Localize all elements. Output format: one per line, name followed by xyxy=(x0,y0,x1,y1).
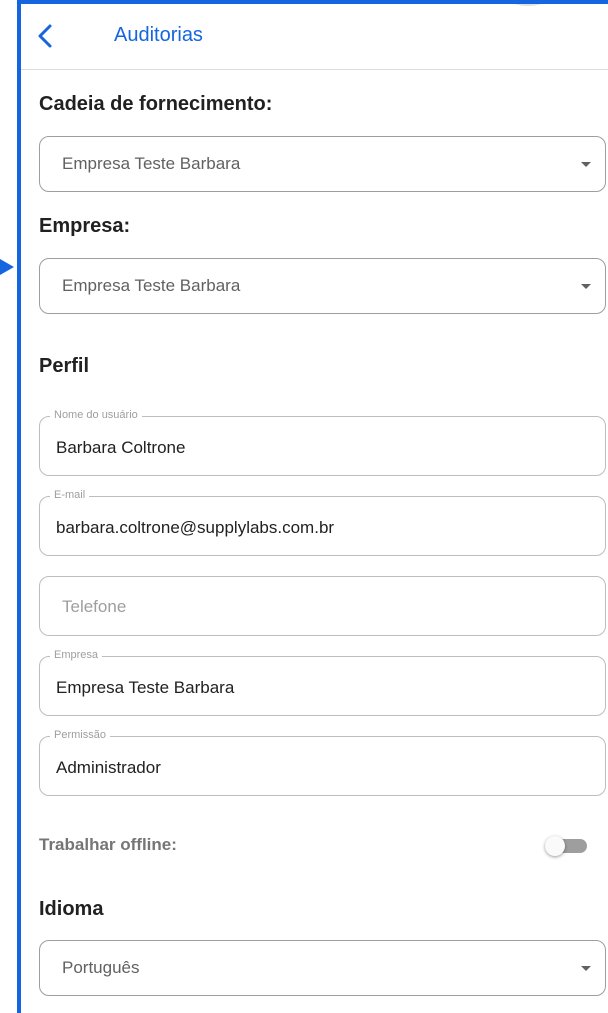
offline-label: Trabalhar offline: xyxy=(39,835,177,854)
language-heading: Idioma xyxy=(39,898,104,920)
pointer-arrow-icon xyxy=(0,259,14,275)
caret-down-icon xyxy=(581,162,591,167)
company-select[interactable]: Empresa Teste Barbara xyxy=(39,258,606,314)
company-selected-value: Empresa Teste Barbara xyxy=(62,276,241,295)
page-title: Auditorias xyxy=(114,24,203,46)
phone-field[interactable]: Telefone xyxy=(39,576,606,636)
permission-field-value: Administrador xyxy=(56,758,161,777)
caret-down-icon xyxy=(581,284,591,289)
language-selected-value: Português xyxy=(62,958,140,977)
email-field-label: E-mail xyxy=(50,489,90,501)
permission-field[interactable]: Permissão Administrador xyxy=(39,729,606,796)
language-select[interactable]: Português xyxy=(39,940,606,996)
supply-chain-select[interactable]: Empresa Teste Barbara xyxy=(39,136,606,192)
permission-field-label: Permissão xyxy=(50,729,110,741)
email-field-value: barbara.coltrone@supplylabs.com.br xyxy=(56,518,335,537)
username-field-value: Barbara Coltrone xyxy=(56,438,186,457)
phone-field-placeholder: Telefone xyxy=(62,597,127,616)
company-field-label: Empresa xyxy=(50,649,103,661)
company-field[interactable]: Empresa Empresa Teste Barbara xyxy=(39,649,606,716)
app-header: Auditorias xyxy=(21,4,608,70)
supply-chain-selected-value: Empresa Teste Barbara xyxy=(62,154,241,173)
back-button[interactable] xyxy=(33,18,61,54)
profile-heading: Perfil xyxy=(39,355,90,377)
offline-toggle[interactable] xyxy=(545,836,589,856)
email-field[interactable]: E-mail barbara.coltrone@supplylabs.com.b… xyxy=(39,489,606,556)
company-field-value: Empresa Teste Barbara xyxy=(56,678,235,697)
focus-border-left xyxy=(17,0,21,1013)
username-field[interactable]: Nome do usuário Barbara Coltrone xyxy=(39,409,606,476)
chevron-left-icon xyxy=(38,24,52,48)
company-select-label: Empresa: xyxy=(39,215,131,237)
username-field-label: Nome do usuário xyxy=(50,409,142,421)
app-frame: Auditorias Cadeia de fornecimento: Empre… xyxy=(0,0,608,1013)
caret-down-icon xyxy=(581,966,591,971)
supply-chain-label: Cadeia de fornecimento: xyxy=(39,93,273,115)
toggle-thumb xyxy=(545,836,565,856)
